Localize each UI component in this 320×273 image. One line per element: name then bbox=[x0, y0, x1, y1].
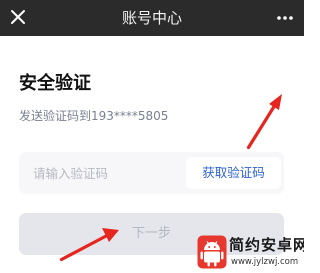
verification-code-field: 获取验证码 bbox=[19, 152, 284, 194]
watermark-site-url: www.jylzwj.com bbox=[231, 257, 299, 267]
security-verification-heading: 安全验证 bbox=[19, 73, 91, 94]
top-nav-bar: 账号中心 bbox=[0, 0, 304, 36]
page-title: 账号中心 bbox=[121, 9, 182, 27]
annotation-arrow-to-get-code bbox=[246, 94, 282, 150]
android-logo-icon bbox=[197, 235, 227, 269]
more-icon[interactable] bbox=[276, 9, 294, 27]
get-code-button[interactable]: 获取验证码 bbox=[186, 157, 281, 189]
watermark: 简约安卓网 www.jylzwj.com bbox=[195, 232, 304, 273]
watermark-site-name: 简约安卓网 bbox=[229, 236, 304, 254]
verification-code-input[interactable] bbox=[19, 152, 179, 194]
page: 账号中心 安全验证 发送验证码到193****5805 获取验证码 下一步 bbox=[0, 0, 304, 273]
sent-to-phone-text: 发送验证码到193****5805 bbox=[19, 109, 169, 123]
